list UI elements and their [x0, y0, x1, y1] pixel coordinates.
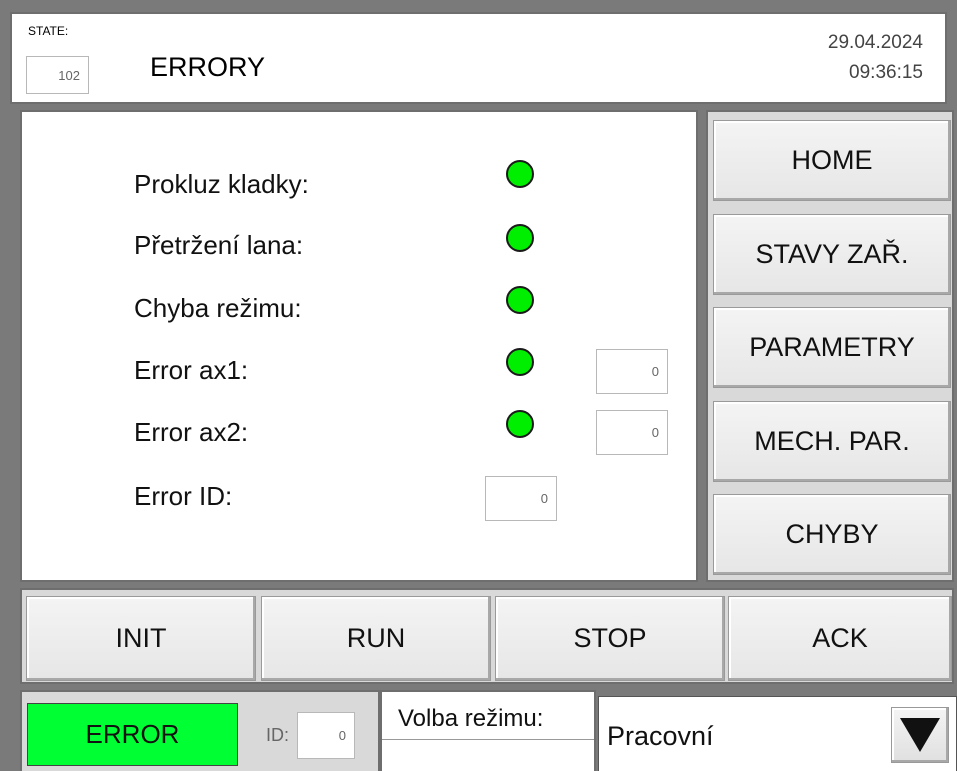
status-led-rezim	[506, 286, 534, 314]
error-label-id: Error ID:	[134, 481, 233, 511]
home-button[interactable]: HOME	[713, 120, 951, 201]
error-id-value: 0	[485, 476, 557, 521]
mode-select-value: Pracovní	[607, 721, 714, 751]
chyby-button[interactable]: CHYBY	[713, 494, 951, 575]
state-label: STATE:	[28, 24, 69, 38]
status-led-pretrzeni	[506, 224, 534, 252]
mode-underline	[382, 739, 594, 740]
parametry-button[interactable]: PARAMETRY	[713, 307, 951, 388]
error-status-indicator: ERROR	[27, 703, 238, 766]
dropdown-arrow-button[interactable]	[891, 707, 949, 763]
error-ax2-value: 0	[596, 410, 668, 455]
chevron-down-icon	[900, 718, 940, 752]
page-title: ERRORY	[150, 52, 266, 82]
error-list-panel: Prokluz kladky: Přetržení lana: Chyba re…	[20, 110, 698, 582]
status-led-ax1	[506, 348, 534, 376]
header-bar: STATE: 102 ERRORY 29.04.2024 09:36:15	[10, 12, 947, 104]
init-button[interactable]: INIT	[26, 596, 256, 681]
status-led-ax2	[506, 410, 534, 438]
ack-button[interactable]: ACK	[728, 596, 952, 681]
error-label-pretrzeni: Přetržení lana:	[134, 230, 304, 260]
error-label-rezim: Chyba režimu:	[134, 293, 302, 323]
error-label-prokluz: Prokluz kladky:	[134, 169, 309, 199]
mode-label: Volba režimu:	[398, 705, 544, 732]
run-button[interactable]: RUN	[261, 596, 491, 681]
mech-par-button[interactable]: MECH. PAR.	[713, 401, 951, 482]
mode-select[interactable]: Pracovní	[598, 696, 957, 771]
id-value-field: 0	[297, 712, 355, 759]
time-display: 09:36:15	[849, 62, 923, 83]
id-label: ID:	[266, 725, 290, 745]
error-ax1-value: 0	[596, 349, 668, 394]
date-display: 29.04.2024	[827, 32, 923, 53]
stop-button[interactable]: STOP	[495, 596, 725, 681]
stavy-zarizeni-button[interactable]: STAVY ZAŘ.	[713, 214, 951, 295]
error-label-ax2: Error ax2:	[134, 417, 249, 447]
state-value-field: 102	[26, 56, 89, 94]
error-label-ax1: Error ax1:	[134, 355, 249, 385]
status-led-prokluz	[506, 160, 534, 188]
